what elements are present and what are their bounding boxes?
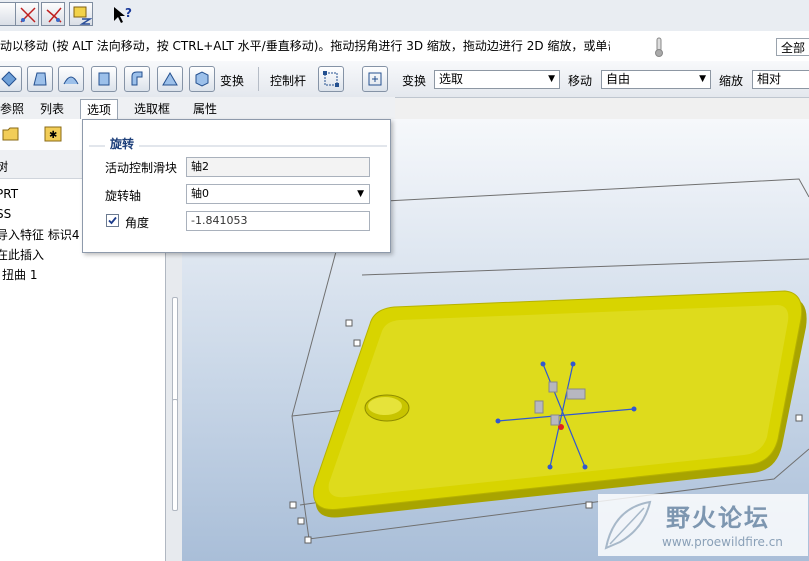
handle-frame-icon[interactable] [362, 66, 388, 92]
transform2-label: 变换 [402, 74, 427, 88]
move-select-value: 自由 [606, 72, 631, 86]
svg-text:?: ? [125, 6, 132, 20]
top-toolbar: ? [0, 0, 809, 32]
active-slider-label: 活动控制滑块 [105, 161, 178, 175]
watermark-title: 野火论坛 [666, 504, 770, 532]
tree-settings-icon[interactable]: ✱ [44, 126, 62, 145]
warp-sculpt-icon[interactable] [157, 66, 183, 92]
sash-grip-lower[interactable] [172, 399, 178, 511]
separator [258, 67, 259, 91]
angle-input[interactable]: -1.841053 [186, 211, 370, 231]
dashboard-tabs: 参照 列表 选项 选取框 属性 [0, 97, 395, 119]
checkmark-icon [108, 216, 117, 225]
thermometer-icon [653, 37, 665, 60]
scale-select[interactable]: 相对 [752, 70, 809, 89]
warp-stretch-icon[interactable] [91, 66, 117, 92]
transform-label: 变换 [220, 74, 245, 88]
chevron-down-icon: ▼ [548, 74, 555, 84]
context-help-icon[interactable]: ? [112, 5, 134, 28]
tab-marquee[interactable]: 选取框 [128, 99, 176, 119]
message-bar: 动以移动 (按 ALT 法向移动，按 CTRL+ALT 水平/垂直移动)。拖动拐… [0, 31, 809, 62]
datum-display-icon[interactable] [69, 2, 93, 26]
dashboard-toolbar: 变换 控制杆 变换 选取 ▼ 移动 自由 ▼ 缩放 相对 [0, 61, 809, 98]
watermark: 野火论坛 www.proewildfire.cn [598, 494, 808, 556]
rotate-axis-select[interactable]: 轴0 ▼ [186, 184, 370, 204]
tree-item-prt[interactable]: PRT [0, 187, 18, 201]
warp-spine-icon[interactable] [58, 66, 84, 92]
tree-item-ss[interactable]: SS [0, 207, 11, 221]
tab-properties[interactable]: 属性 [187, 99, 223, 119]
scale-select-value: 相对 [757, 72, 782, 86]
angle-checkbox[interactable] [106, 214, 119, 227]
warp-transform-icon[interactable] [0, 66, 22, 92]
selection-filter-select[interactable]: 全部 [776, 38, 809, 56]
options-panel: 旋转 活动控制滑块 轴2 旋转轴 轴0 ▼ 角度 -1.841053 [82, 119, 391, 253]
chevron-down-icon: ▼ [357, 189, 364, 199]
tab-list[interactable]: 列表 [34, 99, 70, 119]
folder-icon[interactable] [2, 126, 20, 145]
tab-options[interactable]: 选项 [80, 99, 119, 119]
partial-tool-icon[interactable] [0, 2, 16, 26]
warp-bulge-icon[interactable] [189, 66, 215, 92]
transform-select-value: 选取 [439, 72, 464, 86]
handle-box-icon[interactable] [318, 66, 344, 92]
tree-item-warp[interactable]: 扭曲 1 [2, 266, 37, 283]
rotate-axis-value: 轴0 [191, 187, 209, 200]
scale-label: 缩放 [719, 74, 744, 88]
watermark-url: www.proewildfire.cn [662, 535, 783, 549]
tree-item-insert-here[interactable]: 在此插入 [0, 246, 44, 263]
tree-item-import-feature[interactable]: 导入特征 标识4 [0, 226, 79, 243]
tab-references[interactable]: 参照 [0, 99, 30, 119]
move-label: 移动 [568, 74, 593, 88]
rotate-section-title: 旋转 [105, 135, 140, 152]
svg-text:✱: ✱ [49, 130, 57, 141]
chevron-down-icon: ▼ [699, 74, 706, 84]
warp-bend-icon[interactable] [27, 66, 53, 92]
active-slider-field: 轴2 [186, 157, 370, 177]
rotate-axis-label: 旋转轴 [105, 189, 142, 203]
feather-logo-icon [604, 500, 652, 550]
cross-points-alt-icon[interactable] [41, 2, 65, 26]
message-text: 动以移动 (按 ALT 法向移动，按 CTRL+ALT 水平/垂直移动)。拖动拐… [0, 39, 610, 53]
move-select[interactable]: 自由 ▼ [601, 70, 711, 89]
cross-points-icon[interactable] [15, 2, 39, 26]
tree-header-label: 树 [0, 160, 9, 174]
sash-grip[interactable] [172, 297, 178, 409]
warp-twist-icon[interactable] [124, 66, 150, 92]
angle-label: 角度 [125, 216, 150, 230]
handle-label: 控制杆 [270, 74, 307, 88]
transform-select[interactable]: 选取 ▼ [434, 70, 560, 89]
